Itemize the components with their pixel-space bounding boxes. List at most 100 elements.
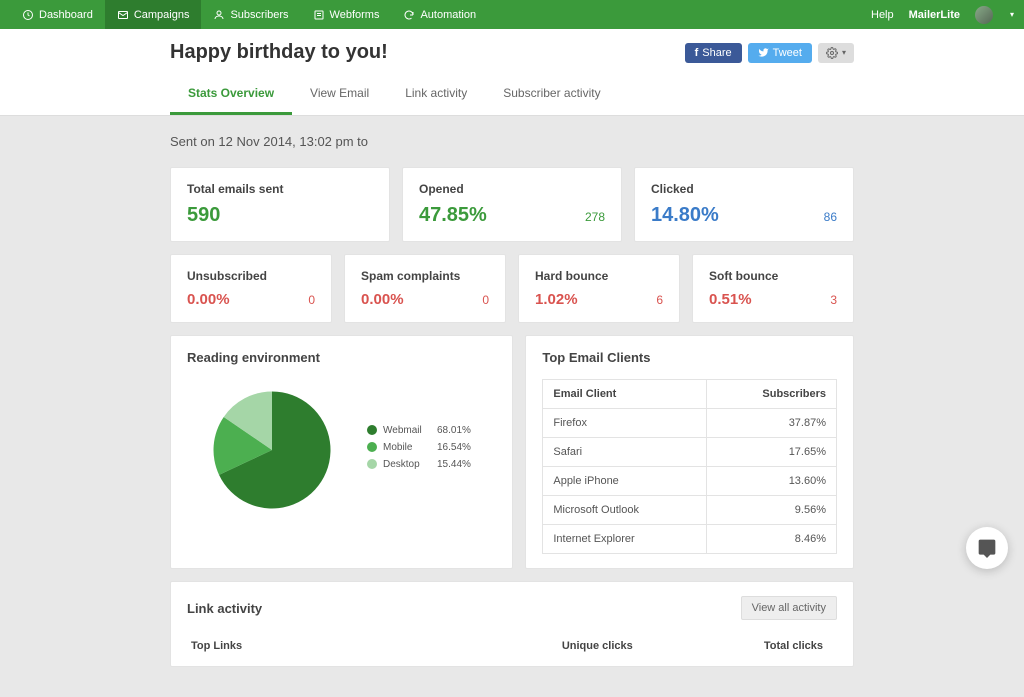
share-facebook-button[interactable]: f Share (685, 43, 742, 63)
nav-label: Dashboard (39, 9, 93, 21)
nav-label: Campaigns (134, 9, 190, 21)
client-pct: 8.46% (707, 525, 837, 554)
stat-card: Hard bounce 1.02% 6 (518, 254, 680, 323)
col-total-clicks: Total clicks (673, 640, 833, 652)
legend-dot (367, 442, 377, 452)
tweet-button[interactable]: Tweet (748, 43, 812, 63)
client-pct: 9.56% (707, 496, 837, 525)
nav-left: Dashboard Campaigns Subscribers Webforms… (10, 0, 488, 29)
col-top-links: Top Links (191, 640, 522, 652)
secondary-row: Unsubscribed 0.00% 0 Spam complaints 0.0… (170, 254, 854, 323)
nav-automation[interactable]: Automation (391, 0, 488, 29)
client-name: Safari (543, 438, 707, 467)
nav-right: Help MailerLite ▾ (871, 6, 1014, 24)
settings-button[interactable]: ▾ (818, 43, 854, 63)
legend-dot (367, 425, 377, 435)
nav-webforms[interactable]: Webforms (301, 0, 392, 29)
table-row: Internet Explorer8.46% (543, 525, 837, 554)
share-buttons: f Share Tweet ▾ (685, 43, 854, 63)
link-activity-panel: Link activity View all activity Top Link… (170, 581, 854, 667)
email-clients-table: Email Client Subscribers Firefox37.87%Sa… (542, 379, 837, 554)
legend-pct: 68.01% (437, 425, 471, 436)
panels-row: Reading environment Webmail 68.01% Mobil… (170, 335, 854, 569)
card-label: Spam complaints (361, 269, 489, 283)
legend-item: Desktop 15.44% (367, 459, 471, 470)
user-icon (213, 9, 225, 21)
card-value: 1.02% (535, 291, 578, 308)
card-label: Clicked (651, 182, 837, 196)
brand-label: MailerLite (909, 9, 960, 21)
tab-stats-overview[interactable]: Stats Overview (170, 76, 292, 115)
card-count: 0 (482, 293, 489, 307)
legend-item: Mobile 16.54% (367, 442, 471, 453)
chevron-down-icon[interactable]: ▾ (1010, 10, 1014, 19)
summary-card: Clicked 14.80% 86 (634, 167, 854, 242)
card-label: Total emails sent (187, 182, 373, 196)
legend-pct: 16.54% (437, 442, 471, 453)
card-count: 3 (830, 293, 837, 307)
card-value: 0.00% (361, 291, 404, 308)
panel-title: Top Email Clients (542, 350, 837, 365)
tab-view-email[interactable]: View Email (292, 76, 387, 115)
nav-dashboard[interactable]: Dashboard (10, 0, 105, 29)
panel-title: Reading environment (187, 350, 496, 365)
card-label: Soft bounce (709, 269, 837, 283)
chevron-down-icon: ▾ (842, 48, 846, 57)
chat-widget-button[interactable] (966, 527, 1008, 569)
nav-subscribers[interactable]: Subscribers (201, 0, 300, 29)
client-name: Firefox (543, 409, 707, 438)
main-content: Sent on 12 Nov 2014, 13:02 pm to Total e… (162, 116, 862, 697)
card-label: Hard bounce (535, 269, 663, 283)
tab-subscriber-activity[interactable]: Subscriber activity (485, 76, 618, 115)
table-header-client: Email Client (543, 380, 707, 409)
legend-pct: 15.44% (437, 459, 471, 470)
view-all-activity-button[interactable]: View all activity (741, 596, 837, 620)
twitter-icon (758, 47, 769, 58)
nav-campaigns[interactable]: Campaigns (105, 0, 202, 29)
legend-label: Desktop (383, 459, 431, 470)
card-value: 0.51% (709, 291, 752, 308)
nav-label: Subscribers (230, 9, 288, 21)
page-title: Happy birthday to you! (170, 41, 388, 64)
clock-icon (22, 9, 34, 21)
stat-card: Unsubscribed 0.00% 0 (170, 254, 332, 323)
share-label: Share (702, 47, 731, 59)
tab-link-activity[interactable]: Link activity (387, 76, 485, 115)
help-link[interactable]: Help (871, 9, 894, 21)
facebook-icon: f (695, 47, 699, 59)
panel-title: Link activity (187, 601, 262, 616)
legend-label: Mobile (383, 442, 431, 453)
card-count: 278 (585, 210, 605, 224)
card-count: 86 (824, 210, 837, 224)
summary-card: Total emails sent 590 (170, 167, 390, 242)
top-navigation: Dashboard Campaigns Subscribers Webforms… (0, 0, 1024, 29)
card-count: 6 (656, 293, 663, 307)
refresh-icon (403, 9, 415, 21)
card-count: 0 (308, 293, 315, 307)
pie-chart (207, 385, 337, 515)
pie-legend: Webmail 68.01% Mobile 16.54% Desktop 15.… (367, 425, 471, 476)
form-icon (313, 9, 325, 21)
legend-label: Webmail (383, 425, 431, 436)
client-pct: 13.60% (707, 467, 837, 496)
table-row: Microsoft Outlook9.56% (543, 496, 837, 525)
nav-label: Automation (420, 9, 476, 21)
card-value: 590 (187, 204, 220, 227)
nav-label: Webforms (330, 9, 380, 21)
stat-card: Spam complaints 0.00% 0 (344, 254, 506, 323)
table-row: Firefox37.87% (543, 409, 837, 438)
sent-timestamp: Sent on 12 Nov 2014, 13:02 pm to (170, 134, 854, 149)
link-activity-row: Link activity View all activity Top Link… (170, 581, 854, 667)
card-value: 0.00% (187, 291, 230, 308)
client-name: Microsoft Outlook (543, 496, 707, 525)
summary-card: Opened 47.85% 278 (402, 167, 622, 242)
avatar[interactable] (975, 6, 993, 24)
legend-item: Webmail 68.01% (367, 425, 471, 436)
top-email-clients-panel: Top Email Clients Email Client Subscribe… (525, 335, 854, 569)
gear-icon (826, 47, 838, 59)
card-value: 47.85% (419, 204, 487, 227)
card-label: Opened (419, 182, 605, 196)
table-row: Safari17.65% (543, 438, 837, 467)
table-row: Apple iPhone13.60% (543, 467, 837, 496)
col-unique-clicks: Unique clicks (522, 640, 672, 652)
